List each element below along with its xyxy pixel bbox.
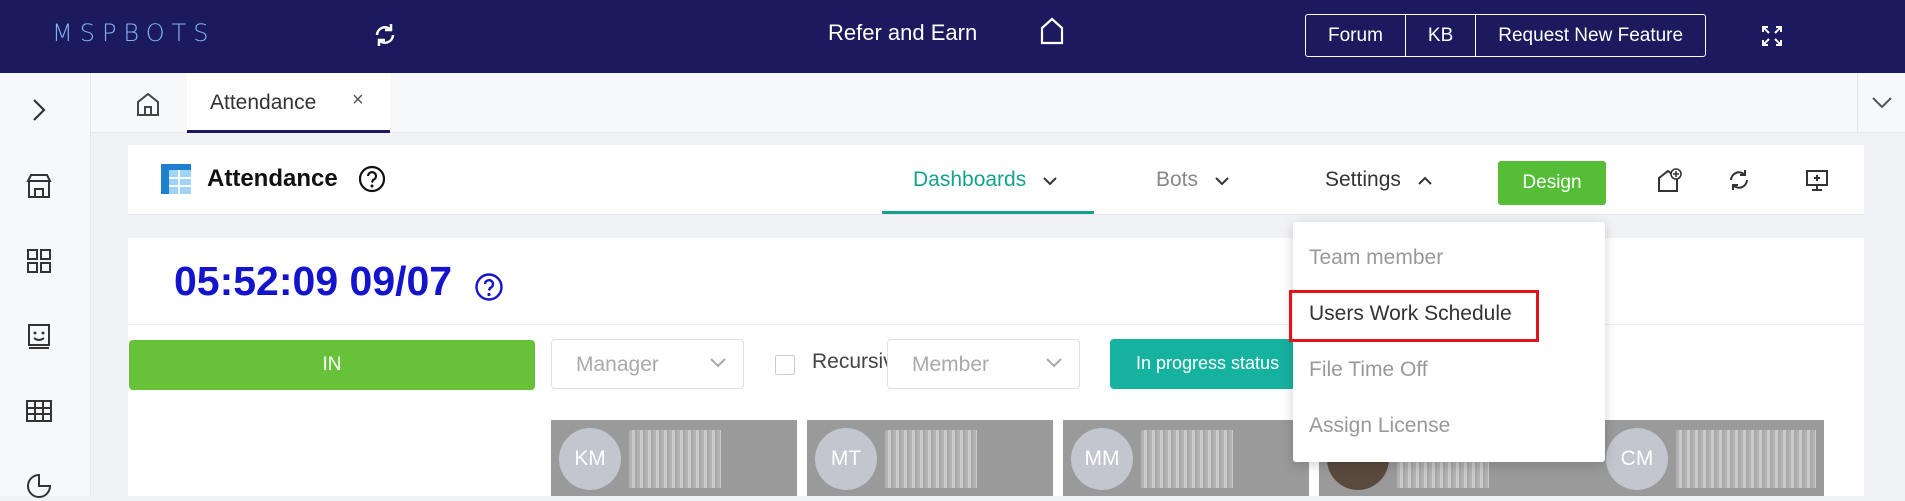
recursive-label: Recursive [812,350,887,373]
in-button[interactable]: IN [129,340,535,390]
logo-text: MSPBOTS [52,19,216,47]
app-header: Attendance Dashboards Bots Settings Desi… [128,145,1864,215]
refer-and-earn-link[interactable]: Refer and Earn [828,20,977,46]
person-card[interactable]: MT [807,420,1053,496]
table-icon[interactable] [24,396,54,426]
attendance-app-icon [161,164,191,194]
redacted-name [629,430,721,488]
manager-select[interactable]: Manager [551,339,744,389]
store-icon[interactable] [24,171,54,201]
home-icon[interactable] [1038,16,1066,46]
redacted-name [885,430,977,488]
nav-bots-label: Bots [1156,168,1199,191]
close-tab-icon[interactable]: × [352,89,364,112]
chevron-down-icon [1872,97,1892,109]
page-title: Attendance [207,165,338,192]
request-feature-button[interactable]: Request New Feature [1476,15,1705,56]
kb-button[interactable]: KB [1406,15,1477,56]
chevron-down-icon [1043,177,1057,186]
nav-settings[interactable]: Settings [1325,168,1433,192]
redacted-name [1676,430,1816,488]
nav-bots[interactable]: Bots [1156,168,1230,192]
chevron-right-icon[interactable] [24,95,54,125]
sidebar [0,73,91,498]
tabs-bar: Attendance × [91,73,1905,133]
forum-button[interactable]: Forum [1306,15,1406,56]
avatar: KM [559,428,621,490]
recursive-checkbox[interactable] [775,355,795,375]
tabs-dropdown[interactable] [1857,73,1905,133]
chevron-down-icon [710,358,726,368]
top-button-group: Forum KB Request New Feature [1305,14,1707,57]
nav-settings-label: Settings [1325,168,1401,191]
grid-icon[interactable] [24,246,54,276]
menu-item-team-member[interactable]: Team member [1309,246,1443,270]
manager-placeholder: Manager [576,353,659,376]
design-button[interactable]: Design [1498,161,1606,205]
member-select[interactable]: Member [887,339,1080,389]
home-tab-icon[interactable] [135,91,161,117]
help-icon[interactable] [474,272,504,302]
person-card[interactable]: CM [1598,420,1824,496]
refresh-icon[interactable] [1726,167,1752,193]
chevron-up-icon [1418,176,1432,185]
mspbots-logo[interactable]: MSPBOTS [52,19,216,47]
fullscreen-icon[interactable] [1760,24,1784,48]
chevron-down-icon [1215,177,1229,186]
avatar: CM [1606,428,1668,490]
active-nav-indicator [882,211,1094,214]
member-placeholder: Member [912,353,990,376]
menu-item-assign-license[interactable]: Assign License [1309,414,1450,438]
sync-icon[interactable] [370,20,400,50]
add-home-icon[interactable] [1656,167,1682,193]
avatar: MM [1071,428,1133,490]
menu-item-file-time-off[interactable]: File Time Off [1309,358,1428,382]
bot-icon[interactable] [24,321,54,351]
present-icon[interactable] [1804,167,1830,193]
help-icon[interactable] [358,165,386,193]
nav-dashboards-label: Dashboards [913,168,1027,191]
person-card[interactable]: MM [1063,420,1309,496]
pie-chart-icon[interactable] [24,471,54,501]
tab-label: Attendance [210,91,317,114]
in-progress-status-button[interactable]: In progress status [1110,339,1296,389]
menu-item-users-work-schedule[interactable]: Users Work Schedule [1309,302,1512,326]
person-card[interactable]: KM [551,420,797,496]
nav-dashboards[interactable]: Dashboards [913,168,1058,192]
avatar: MT [815,428,877,490]
settings-dropdown-menu: Team member Users Work Schedule File Tim… [1289,222,1605,462]
top-bar: MSPBOTS Refer and Earn Forum KB Request … [0,0,1905,73]
chevron-down-icon [1046,358,1062,368]
redacted-name [1141,430,1233,488]
clock-display: 05:52:09 09/07 [174,258,453,304]
tab-attendance[interactable]: Attendance × [187,73,390,133]
